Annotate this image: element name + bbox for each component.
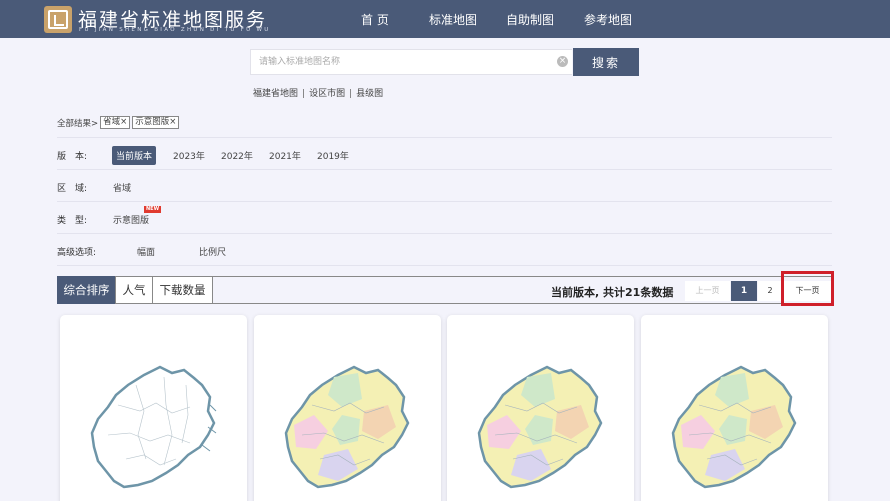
nav-reference-map[interactable]: 参考地图: [584, 11, 632, 28]
quick-link-city[interactable]: 设区市图: [309, 89, 345, 99]
sort-tab-popularity[interactable]: 人气: [115, 276, 153, 304]
quick-links: 福建省地图 | 设区市图 | 县级图: [253, 86, 383, 99]
map-thumbnail-colored: [284, 365, 410, 489]
edition-current[interactable]: 当前版本: [112, 146, 157, 165]
advanced-format[interactable]: 幅面: [137, 245, 155, 258]
divider: [57, 169, 832, 170]
edition-label: 版 本:: [57, 152, 88, 162]
breadcrumb-all[interactable]: 全部结果>: [57, 117, 98, 129]
map-thumbnail-colored: [477, 365, 603, 489]
divider: [57, 265, 832, 266]
site-subtitle: FU JIAN SHENG BIAO ZHUN DI TU FU WU: [79, 27, 271, 33]
site-logo-icon[interactable]: [44, 6, 72, 33]
map-card-2[interactable]: [254, 315, 441, 501]
quick-link-county[interactable]: 县级图: [356, 89, 383, 99]
region-label: 区 域:: [57, 184, 88, 194]
map-card-3[interactable]: [447, 315, 634, 501]
prev-page-button[interactable]: 上一页: [685, 281, 730, 301]
top-header: 福建省标准地图服务 FU JIAN SHENG BIAO ZHUN DI TU …: [0, 0, 890, 38]
divider: [57, 201, 832, 202]
quick-link-province[interactable]: 福建省地图: [253, 89, 298, 99]
divider: [57, 233, 832, 234]
map-card-4[interactable]: [641, 315, 828, 501]
search-button[interactable]: 搜索: [573, 48, 639, 76]
edition-2019[interactable]: 2019年: [317, 149, 349, 162]
map-thumbnail-colored: [671, 365, 797, 489]
region-province[interactable]: 省域: [113, 181, 131, 194]
divider: [57, 137, 832, 138]
search-input[interactable]: [250, 49, 572, 75]
divider: |: [302, 89, 306, 99]
edition-2022[interactable]: 2022年: [221, 149, 253, 162]
breadcrumb: 全部结果> 省域× 示意图版×: [57, 116, 180, 129]
filter-tag-province[interactable]: 省域×: [100, 116, 131, 129]
map-thumbnail-outline: [90, 365, 217, 489]
sort-tab-downloads[interactable]: 下载数量: [152, 276, 213, 304]
nav-home[interactable]: 首 页: [361, 11, 389, 28]
sort-tab-overall[interactable]: 综合排序: [57, 276, 116, 304]
nav-self-mapping[interactable]: 自助制图: [506, 11, 554, 28]
next-page-highlight: [781, 271, 834, 306]
type-schematic[interactable]: 示意图版: [113, 213, 149, 226]
type-label: 类 型:: [57, 216, 88, 226]
filter-tag-schematic[interactable]: 示意图版×: [132, 116, 180, 129]
advanced-label: 高级选项:: [57, 248, 97, 258]
new-badge: NEW: [144, 206, 162, 213]
page-2-button[interactable]: 2: [758, 281, 782, 301]
edition-2023[interactable]: 2023年: [173, 149, 205, 162]
map-card-1[interactable]: [60, 315, 247, 501]
nav-standard-map[interactable]: 标准地图: [429, 11, 477, 28]
advanced-scale[interactable]: 比例尺: [199, 245, 226, 258]
divider: |: [349, 89, 353, 99]
clear-icon[interactable]: ×: [557, 56, 568, 67]
edition-2021[interactable]: 2021年: [269, 149, 301, 162]
results-summary: 当前版本, 共计21条数据: [551, 286, 674, 299]
page-1-button[interactable]: 1: [731, 281, 757, 301]
